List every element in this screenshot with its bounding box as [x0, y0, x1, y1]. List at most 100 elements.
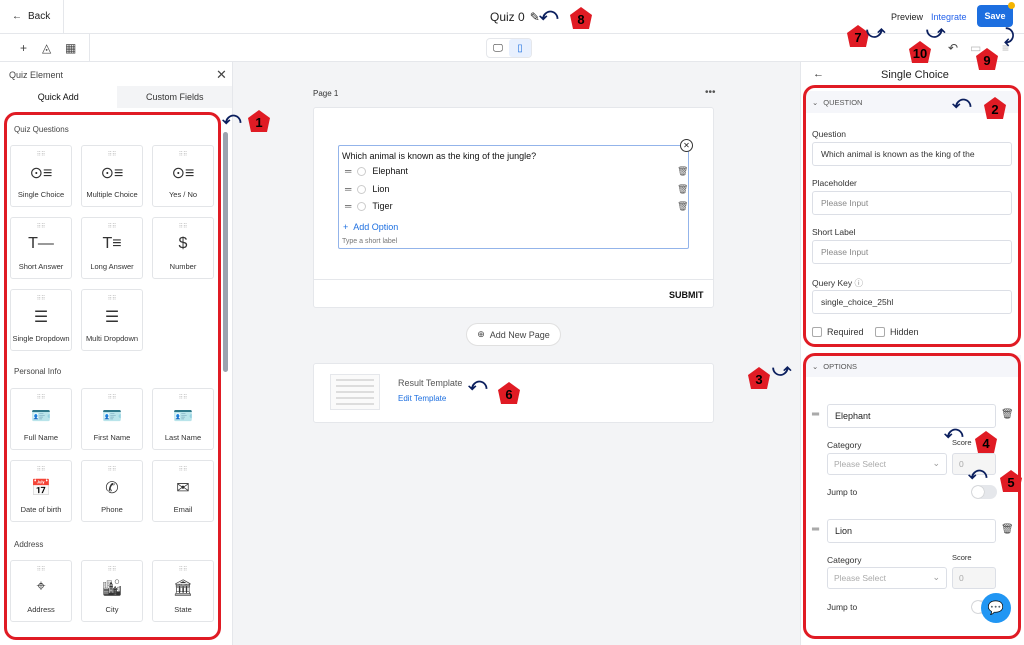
close-circle-icon[interactable]: ✕ — [680, 139, 693, 152]
element-tile[interactable]: ⠿⠿ 🪪 First Name — [81, 388, 143, 450]
plus-icon[interactable]: + — [20, 41, 27, 55]
jump-to-toggle[interactable] — [971, 485, 997, 499]
option-row[interactable]: ═ Elephant — [345, 166, 408, 176]
drag-dots-icon[interactable]: ⠿⠿ — [82, 566, 142, 573]
element-tile[interactable]: ⠿⠿ ⊙≡ Single Choice — [10, 145, 72, 207]
desktop-icon[interactable]: 🖵 — [487, 39, 509, 57]
drag-dots-icon[interactable]: ⠿⠿ — [82, 394, 142, 401]
properties-panel: ← Single Choice ⌄ QUESTION Question Whic… — [800, 62, 1024, 645]
drag-handle-icon[interactable]: ═ — [345, 184, 351, 194]
radio-icon[interactable] — [357, 166, 367, 176]
drag-dots-icon[interactable]: ⠿⠿ — [11, 223, 71, 230]
element-tile[interactable]: ⠿⠿ ☰ Single Dropdown — [10, 289, 72, 351]
option-input[interactable]: Elephant — [827, 404, 996, 428]
trash-icon[interactable]: 🗑 — [677, 166, 688, 177]
drag-dots-icon[interactable]: ⠿⠿ — [82, 466, 142, 473]
drag-dots-icon[interactable]: ⠿⠿ — [11, 394, 71, 401]
option-input[interactable]: Lion — [827, 519, 996, 543]
radio-icon[interactable] — [357, 201, 367, 211]
element-tile[interactable]: ⠿⠿ ✆ Phone — [81, 460, 143, 522]
add-new-page-button[interactable]: ⊕ Add New Page — [466, 323, 561, 346]
trash-icon[interactable]: 🗑 — [1001, 524, 1014, 535]
category-select[interactable]: Please Select ⌄ — [827, 567, 947, 589]
element-tile[interactable]: ⠿⠿ 📅 Date of birth — [10, 460, 72, 522]
trash-icon[interactable]: 🗑 — [677, 201, 688, 212]
element-tile[interactable]: ⠿⠿ 🏙 City — [81, 560, 143, 622]
element-tile[interactable]: ⠿⠿ 🏛 State — [152, 560, 214, 622]
element-tile[interactable]: ⠿⠿ ⌖ Address — [10, 560, 72, 622]
drag-handle-icon[interactable]: ═ — [345, 201, 351, 211]
integrate-button[interactable]: Integrate — [931, 12, 967, 22]
save-button[interactable]: Save — [977, 5, 1013, 27]
undo-icon[interactable]: ↶ — [948, 41, 958, 55]
short-label-input[interactable]: Please Input — [812, 240, 1012, 264]
more-icon[interactable]: ••• — [705, 87, 716, 98]
drag-handle-icon[interactable]: ═ — [812, 524, 819, 535]
close-icon[interactable]: ✕ — [216, 67, 227, 83]
tab-custom-fields[interactable]: Custom Fields — [116, 86, 232, 108]
tab-quick-add[interactable]: Quick Add — [0, 86, 117, 108]
multi-dropdown-icon: ☰ — [104, 309, 120, 326]
placeholder-input[interactable]: Please Input — [812, 191, 1012, 215]
drag-dots-icon[interactable]: ⠿⠿ — [153, 394, 213, 401]
preview-button[interactable]: Preview — [891, 12, 923, 22]
drop-icon[interactable]: ◬ — [42, 41, 51, 55]
drag-dots-icon[interactable]: ⠿⠿ — [11, 295, 71, 302]
trash-icon[interactable]: 🗑 — [677, 184, 688, 195]
drag-dots-icon[interactable]: ⠿⠿ — [82, 151, 142, 158]
drag-dots-icon[interactable]: ⠿⠿ — [153, 151, 213, 158]
arrow-left-icon[interactable]: ← — [813, 68, 824, 80]
radio-icon[interactable] — [357, 184, 367, 194]
checkbox-icon[interactable] — [875, 327, 885, 337]
element-tile[interactable]: ⠿⠿ ⊙≡ Yes / No — [152, 145, 214, 207]
mobile-icon[interactable]: ▯ — [509, 39, 531, 57]
checkbox-icon[interactable] — [812, 327, 822, 337]
back-button[interactable]: ← Back — [12, 11, 50, 22]
drag-dots-icon[interactable]: ⠿⠿ — [82, 295, 142, 302]
drag-dots-icon[interactable]: ⠿⠿ — [82, 223, 142, 230]
element-tile[interactable]: ⠿⠿ 🪪 Full Name — [10, 388, 72, 450]
short-label-input[interactable]: Type a short label — [342, 238, 397, 245]
hidden-checkbox[interactable]: Hidden — [875, 327, 919, 337]
drag-dots-icon[interactable]: ⠿⠿ — [153, 223, 213, 230]
tile-label: Single Choice — [17, 190, 65, 199]
edit-template-link[interactable]: Edit Template — [398, 394, 446, 403]
yes-no-icon: ⊙≡ — [171, 165, 195, 182]
drag-dots-icon[interactable]: ⠿⠿ — [11, 466, 71, 473]
element-tile[interactable]: ⠿⠿ $ Number — [152, 217, 214, 279]
tile-label: Short Answer — [18, 262, 64, 271]
add-option-button[interactable]: + Add Option — [343, 222, 398, 232]
element-tile[interactable]: ⠿⠿ ☰ Multi Dropdown — [81, 289, 143, 351]
element-tile[interactable]: ⠿⠿ T— Short Answer — [10, 217, 72, 279]
info-icon[interactable]: ⓘ — [855, 278, 864, 288]
multiple-choice-icon: ⊙≡ — [100, 165, 124, 182]
score-input[interactable]: 0 — [952, 567, 996, 589]
drag-dots-icon[interactable]: ⠿⠿ — [11, 566, 71, 573]
element-tile[interactable]: ⠿⠿ 🪪 Last Name — [152, 388, 214, 450]
question-block[interactable]: Which animal is known as the king of the… — [338, 139, 693, 249]
element-tile[interactable]: ⠿⠿ T≡ Long Answer — [81, 217, 143, 279]
drag-dots-icon[interactable]: ⠿⠿ — [153, 566, 213, 573]
question-input[interactable]: Which animal is known as the king of the — [812, 142, 1012, 166]
drag-dots-icon[interactable]: ⠿⠿ — [153, 466, 213, 473]
drag-handle-icon[interactable]: ═ — [812, 409, 819, 420]
trash-icon[interactable]: 🗑 — [1001, 409, 1014, 420]
element-tile[interactable]: ⠿⠿ ⊙≡ Multiple Choice — [81, 145, 143, 207]
options-section-header[interactable]: ⌄ OPTIONS — [806, 355, 1021, 377]
page-card[interactable]: Which animal is known as the king of the… — [313, 107, 714, 308]
category-select[interactable]: Please Select ⌄ — [827, 453, 947, 475]
hidden-label: Hidden — [890, 327, 919, 337]
grid-icon[interactable]: ▦ — [65, 41, 76, 55]
drag-handle-icon[interactable]: ═ — [345, 166, 351, 176]
option-row[interactable]: ═ Lion — [345, 184, 389, 194]
drag-dots-icon[interactable]: ⠿⠿ — [11, 151, 71, 158]
element-tile[interactable]: ⠿⠿ ✉ Email — [152, 460, 214, 522]
query-key-input[interactable]: single_choice_25hl — [812, 290, 1012, 314]
submit-button[interactable]: SUBMIT — [669, 290, 704, 300]
chat-support-button[interactable]: 💬 — [981, 593, 1011, 623]
jump-to-label: Jump to — [827, 602, 858, 612]
scrollbar[interactable] — [223, 132, 228, 372]
quiz-title[interactable]: Quiz 0 ✎ — [490, 10, 540, 24]
option-row[interactable]: ═ Tiger — [345, 201, 393, 211]
required-checkbox[interactable]: Required — [812, 327, 864, 337]
